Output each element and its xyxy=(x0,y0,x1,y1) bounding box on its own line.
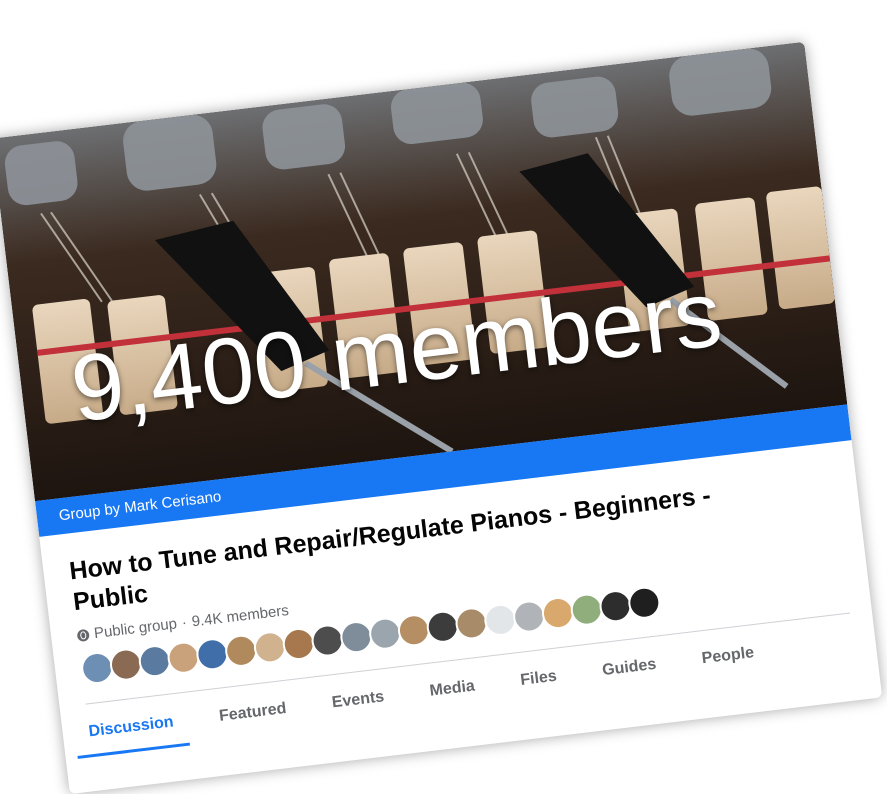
tab-discussion[interactable]: Discussion xyxy=(88,713,177,757)
tab-featured[interactable]: Featured xyxy=(218,700,289,742)
tab-files[interactable]: Files xyxy=(519,668,559,706)
globe-icon xyxy=(76,628,90,642)
meta-separator: · xyxy=(180,614,188,632)
tab-guides[interactable]: Guides xyxy=(601,656,659,696)
privacy-label: Public group xyxy=(93,615,178,643)
tab-media[interactable]: Media xyxy=(429,677,478,716)
group-header-card: 9,400 members Group by Mark Cerisano How… xyxy=(0,41,883,794)
tab-events[interactable]: Events xyxy=(331,688,387,728)
tab-people[interactable]: People xyxy=(701,644,757,684)
member-count[interactable]: 9.4K members xyxy=(191,602,290,630)
member-avatar[interactable] xyxy=(626,584,663,621)
